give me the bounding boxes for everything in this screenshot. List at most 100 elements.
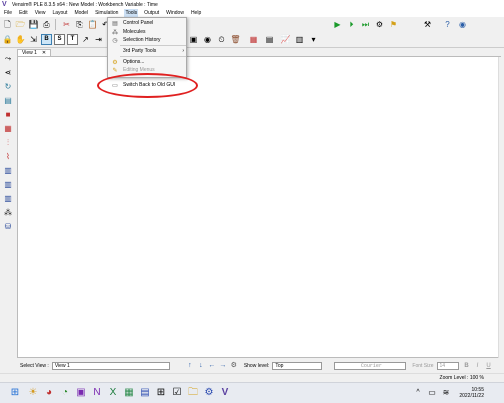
equation-icon[interactable]: ▦ <box>248 34 259 45</box>
menu-window[interactable]: Window <box>165 9 185 17</box>
show-level-dropdown[interactable]: Top <box>272 362 323 370</box>
model-icon[interactable]: ▣ <box>188 34 199 45</box>
open-folder-icon[interactable]: 🗁 <box>15 19 26 30</box>
zoom-level-label: Zoom Level : 100 % <box>439 375 484 381</box>
font-size-field[interactable]: 14 <box>436 362 459 370</box>
lock-icon[interactable]: 🔒 <box>2 34 13 45</box>
menu-simulation[interactable]: Simulation <box>94 9 119 17</box>
control-panel-icon: ▤ <box>112 20 118 27</box>
arrow-left-icon[interactable]: ← <box>208 362 216 370</box>
runs-compare-icon[interactable]: ▥ <box>3 180 13 190</box>
units-icon[interactable]: ◉ <box>457 19 468 30</box>
files-icon[interactable]: ▤ <box>139 387 151 399</box>
clock-icon[interactable]: ⏲ <box>216 34 227 45</box>
font-name-field[interactable]: Courier <box>334 362 407 370</box>
stock-icon[interactable]: ■ <box>3 110 13 120</box>
cut-icon[interactable]: ✂ <box>61 19 72 30</box>
arrow-down-icon[interactable]: ↓ <box>197 362 205 370</box>
paste-icon[interactable]: 📋 <box>87 19 98 30</box>
arrow-draw-icon[interactable]: ↗ <box>80 34 91 45</box>
menu-output[interactable]: Output <box>143 9 160 17</box>
menu-item-3rd-party-tools[interactable]: 3rd Party Tools › <box>108 47 188 55</box>
gaming-icon[interactable]: ⏭ <box>360 19 371 30</box>
arrow-tool-icon[interactable]: ⇲ <box>28 34 39 45</box>
menu-item-molecules[interactable]: ⁂ Molecules <box>108 28 188 36</box>
edge-icon[interactable]: ◕ <box>43 387 55 399</box>
network-icon[interactable]: ▭ <box>426 387 438 399</box>
bold-button[interactable]: B <box>463 362 471 370</box>
help-icon[interactable]: ? <box>442 19 453 30</box>
wifi-icon[interactable]: ≋ <box>440 387 452 399</box>
causes-strip-icon[interactable]: ⫶ <box>3 138 13 148</box>
main-toolbar: 🗋 🗁 💾 ⎙ ✂ ⎘ 📋 ↶ ent ▶ ⏵ ⏭ ⚙ ⚑ ⚒ ? ◉ <box>0 17 504 46</box>
start-icon[interactable]: ⊞ <box>9 387 21 399</box>
shadow-variable-tool-button[interactable]: T <box>67 34 78 45</box>
save-icon[interactable]: 💾 <box>28 19 39 30</box>
reality-check-icon[interactable]: ⛁ <box>3 222 13 232</box>
arrow-right-icon[interactable]: → <box>219 362 227 370</box>
underline-button[interactable]: U <box>485 362 493 370</box>
vertical-scrollbar[interactable] <box>498 57 504 358</box>
sensitivity-icon[interactable]: ⚑ <box>388 19 399 30</box>
tools-dropdown-icon[interactable]: ⚒ <box>422 19 433 30</box>
bar-chart-icon[interactable]: ▥ <box>3 194 13 204</box>
causes-tree-icon[interactable]: ⤳ <box>3 54 13 64</box>
move-icon[interactable]: ✋ <box>15 34 26 45</box>
menu-edit[interactable]: Edit <box>18 9 29 17</box>
menu-layout[interactable]: Layout <box>51 9 68 17</box>
analysis-dropdown-icon[interactable]: ▾ <box>308 34 319 45</box>
weather-icon[interactable]: ☀ <box>27 387 39 399</box>
menu-separator <box>120 45 186 46</box>
uses-tree-icon[interactable]: ⋖ <box>3 68 13 78</box>
print-icon[interactable]: ⎙ <box>41 19 52 30</box>
photos-icon[interactable]: ▦ <box>123 387 135 399</box>
store-icon[interactable]: ⊞ <box>155 387 167 399</box>
gear-icon[interactable]: ⚙ <box>230 362 238 370</box>
box-variable-tool-button[interactable]: S <box>54 34 65 45</box>
chrome-icon[interactable]: ◔ <box>59 387 71 399</box>
menu-item-switch-old-gui[interactable]: ▭ Switch Back to Old GUI <box>108 81 188 89</box>
settings-icon[interactable]: ⚙ <box>203 387 215 399</box>
graph-tool-icon[interactable]: ▦ <box>3 124 13 134</box>
menu-file[interactable]: File <box>3 9 13 17</box>
run-simulation-icon[interactable]: ▶ <box>332 19 343 30</box>
simulation-settings-icon[interactable]: ⚙ <box>374 19 385 30</box>
copy-icon[interactable]: ⎘ <box>74 19 85 30</box>
units-check-icon[interactable]: ⁂ <box>3 208 13 218</box>
document-icon[interactable]: ▤ <box>264 34 275 45</box>
show-level-label: Show level: <box>243 363 270 369</box>
menu-tools[interactable]: Tools <box>124 9 139 17</box>
eye-icon[interactable]: ◉ <box>202 34 213 45</box>
excel-icon[interactable]: X <box>107 387 119 399</box>
tray-chevron-icon[interactable]: ^ <box>412 387 424 399</box>
menu-model[interactable]: Model <box>73 9 89 17</box>
select-view-label: Select View : <box>20 363 49 369</box>
italic-button[interactable]: I <box>474 362 482 370</box>
graph-icon[interactable]: 📈 <box>280 34 291 45</box>
menu-help[interactable]: Help <box>190 9 202 17</box>
table-icon[interactable]: ▥ <box>294 34 305 45</box>
line-graph-icon[interactable]: ⌇ <box>3 152 13 162</box>
select-view-dropdown[interactable]: View 1 <box>51 362 170 370</box>
sketch-canvas[interactable] <box>17 56 501 358</box>
menu-item-options[interactable]: ⚙ Options... <box>108 58 188 66</box>
synthesim-icon[interactable]: ⏵ <box>346 19 357 30</box>
menu-item-editing-menus[interactable]: ✎ Editing Menus <box>108 66 188 74</box>
loops-icon[interactable]: ↻ <box>3 82 13 92</box>
office-icon[interactable]: ▣ <box>75 387 87 399</box>
menu-view[interactable]: View <box>34 9 47 17</box>
menu-item-control-panel[interactable]: ▤ Control Panel <box>108 19 188 27</box>
system-clock[interactable]: 10:55 2022/11/22 <box>459 387 484 399</box>
folder-icon[interactable]: 🗀 <box>187 387 199 399</box>
onenote-icon[interactable]: N <box>91 387 103 399</box>
new-model-icon[interactable]: 🗋 <box>2 19 13 30</box>
rate-icon[interactable]: ⇥ <box>93 34 104 45</box>
vensim-taskbar-icon[interactable]: V <box>219 387 231 399</box>
arrow-up-icon[interactable]: ↑ <box>186 362 194 370</box>
delete-icon[interactable]: 🗑 <box>230 34 241 45</box>
menu-item-selection-history[interactable]: ◷ Selection History <box>108 36 188 44</box>
document-tool-icon[interactable]: ▤ <box>3 96 13 106</box>
table-tool-icon[interactable]: ▥ <box>3 166 13 176</box>
todo-icon[interactable]: ☑ <box>171 387 183 399</box>
variable-tool-button[interactable]: B <box>41 34 52 45</box>
